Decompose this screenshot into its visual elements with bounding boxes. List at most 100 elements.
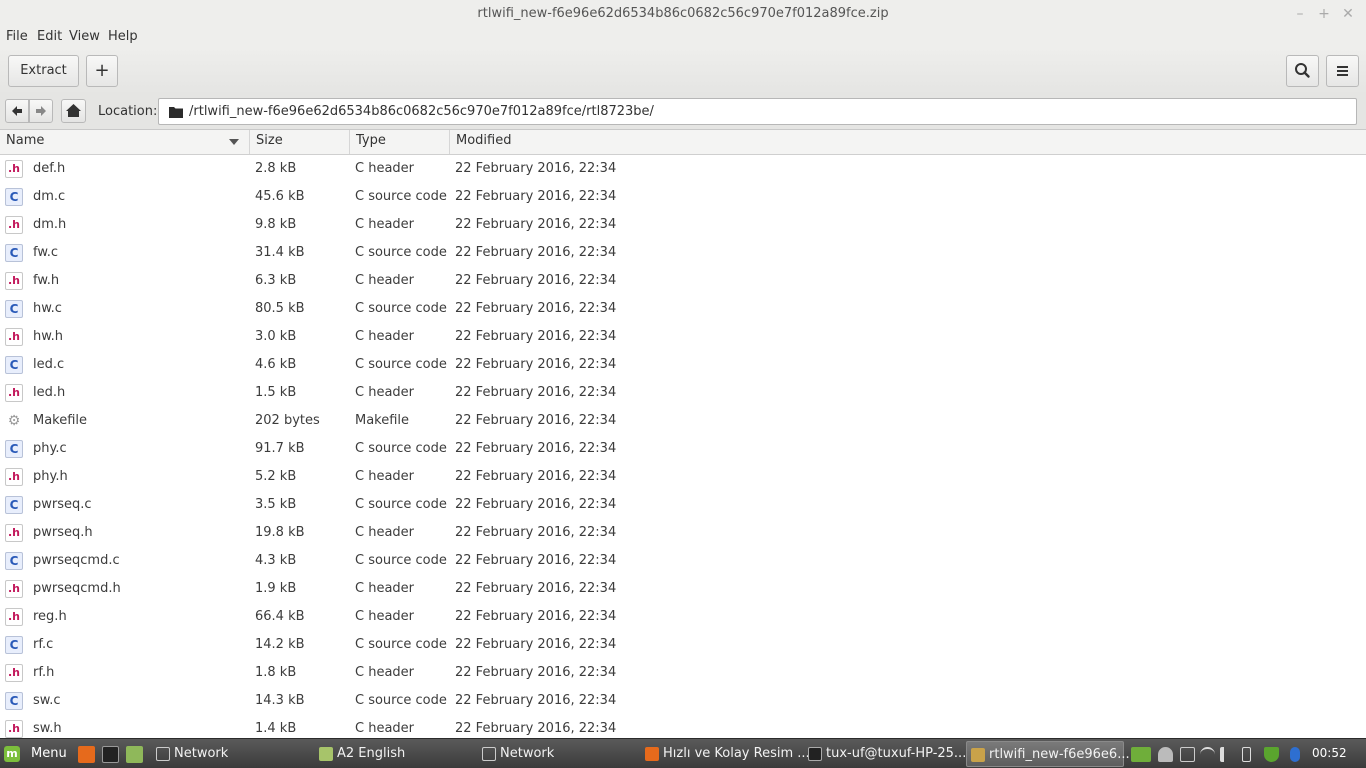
app-menu-button[interactable] <box>1326 55 1359 87</box>
menu-edit[interactable]: Edit <box>37 29 62 44</box>
file-size: 14.2 kB <box>255 637 305 652</box>
maximize-button[interactable]: + <box>1314 4 1334 24</box>
user-icon[interactable] <box>1158 747 1173 762</box>
firefox-launcher-icon[interactable] <box>78 746 95 763</box>
file-modified: 22 February 2016, 22:34 <box>455 301 617 316</box>
file-type: C source code <box>355 693 447 708</box>
terminal-launcher-icon[interactable] <box>102 746 119 763</box>
archive-icon <box>971 748 985 762</box>
task-a2-english[interactable]: A2 English <box>315 741 473 767</box>
file-type: C header <box>355 329 415 344</box>
c-header-file-icon: .h <box>5 720 23 738</box>
column-name[interactable]: Name <box>0 130 250 154</box>
column-size[interactable]: Size <box>250 130 350 154</box>
mint-logo-icon: m <box>4 746 20 762</box>
file-row[interactable]: .h dm.h 9.8 kB C header 22 February 2016, 22… <box>0 211 1366 239</box>
file-size: 14.3 kB <box>255 693 305 708</box>
task-archive-manager[interactable]: rtlwifi_new-f6e96e6... <box>966 741 1130 767</box>
file-row[interactable]: Csw.c 14.3 kB C source code 22 February 201… <box>0 687 1366 715</box>
c-source-file-icon: C <box>5 300 23 318</box>
file-name: rf.c <box>33 637 54 652</box>
task-network-1[interactable]: Network <box>152 741 310 767</box>
file-name: fw.c <box>33 245 59 260</box>
file-modified: 22 February 2016, 22:34 <box>455 581 617 596</box>
extract-button[interactable]: Extract <box>8 55 79 87</box>
file-size: 3.0 kB <box>255 329 297 344</box>
file-modified: 22 February 2016, 22:34 <box>455 273 617 288</box>
file-type: C header <box>355 665 415 680</box>
file-type: C header <box>355 161 415 176</box>
files-launcher-icon[interactable] <box>126 746 143 763</box>
forward-button[interactable] <box>29 99 53 123</box>
file-type: C header <box>355 217 415 232</box>
search-icon <box>1295 63 1310 78</box>
file-type: C source code <box>355 553 447 568</box>
file-name: sw.h <box>33 721 62 736</box>
file-row[interactable]: .h sw.h 1.4 kB C header 22 February 2016, 22… <box>0 715 1366 738</box>
task-firefox[interactable]: Hızlı ve Kolay Resim ... <box>641 741 810 767</box>
volume-icon[interactable] <box>1220 747 1235 762</box>
file-size: 66.4 kB <box>255 609 305 624</box>
home-button[interactable] <box>61 99 86 123</box>
battery-icon[interactable] <box>1242 747 1251 762</box>
network-icon <box>156 747 170 761</box>
menu-help[interactable]: Help <box>108 29 138 44</box>
file-row[interactable]: Cphy.c 91.7 kB C source code 22 February 20… <box>0 435 1366 463</box>
file-type: C source code <box>355 497 447 512</box>
file-row[interactable]: Crf.c 14.2 kB C source code 22 February 201… <box>0 631 1366 659</box>
file-row[interactable]: Cled.c 4.6 kB C source code 22 February 201… <box>0 351 1366 379</box>
file-row[interactable]: Chw.c 80.5 kB C source code 22 February 201… <box>0 295 1366 323</box>
file-size: 1.9 kB <box>255 581 297 596</box>
shield-icon[interactable] <box>1264 747 1279 762</box>
file-row[interactable]: ⚙ Makefile 202 bytes Makefile 22 February 20… <box>0 407 1366 435</box>
menu-file[interactable]: File <box>6 29 28 44</box>
file-row[interactable]: .h fw.h 6.3 kB C header 22 February 2016, 22… <box>0 267 1366 295</box>
file-modified: 22 February 2016, 22:34 <box>455 665 617 680</box>
window-title: rtlwifi_new-f6e96e62d6534b86c0682c56c970… <box>477 6 889 21</box>
location-bar: Location: /rtlwifi_new-f6e96e62d6534b86c… <box>0 94 1366 130</box>
task-label: Hızlı ve Kolay Resim ... <box>663 746 810 761</box>
network-icon <box>482 747 496 761</box>
column-type[interactable]: Type <box>350 130 450 154</box>
file-row[interactable]: .h phy.h 5.2 kB C header 22 February 2016, 2… <box>0 463 1366 491</box>
task-terminal[interactable]: tux-uf@tuxuf-HP-25... <box>804 741 966 767</box>
task-network-2[interactable]: Network <box>478 741 636 767</box>
back-button[interactable] <box>5 99 29 123</box>
file-modified: 22 February 2016, 22:34 <box>455 217 617 232</box>
file-name: Makefile <box>33 413 88 428</box>
file-type: C source code <box>355 245 447 260</box>
file-row[interactable]: .h pwrseqcmd.h 1.9 kB C header 22 February 2… <box>0 575 1366 603</box>
workspace-switcher-icon[interactable] <box>1131 747 1151 762</box>
file-size: 2.8 kB <box>255 161 297 176</box>
update-manager-icon[interactable] <box>1180 747 1195 762</box>
minimize-button[interactable]: – <box>1290 4 1310 24</box>
file-type: C source code <box>355 357 447 372</box>
file-row[interactable]: .h reg.h 66.4 kB C header 22 February 2016, … <box>0 603 1366 631</box>
close-button[interactable]: ✕ <box>1338 4 1358 24</box>
file-row[interactable]: .h def.h 2.8 kB C header 22 February 2016, 2… <box>0 155 1366 183</box>
add-files-button[interactable]: + <box>86 55 118 87</box>
file-row[interactable]: .h hw.h 3.0 kB C header 22 February 2016, 22… <box>0 323 1366 351</box>
c-source-file-icon: C <box>5 244 23 262</box>
arrow-left-icon <box>12 106 22 116</box>
file-type: C header <box>355 721 415 736</box>
search-button[interactable] <box>1286 55 1319 87</box>
wifi-icon[interactable] <box>1200 747 1215 762</box>
file-row[interactable]: Cfw.c 31.4 kB C source code 22 February 201… <box>0 239 1366 267</box>
file-row[interactable]: .h rf.h 1.8 kB C header 22 February 2016, 22… <box>0 659 1366 687</box>
bluetooth-icon[interactable] <box>1290 747 1300 762</box>
file-row[interactable]: Cdm.c 45.6 kB C source code 22 February 201… <box>0 183 1366 211</box>
c-header-file-icon: .h <box>5 216 23 234</box>
menu-view[interactable]: View <box>69 29 100 44</box>
file-name: pwrseqcmd.c <box>33 553 120 568</box>
task-label: rtlwifi_new-f6e96e6... <box>989 747 1130 762</box>
file-row[interactable]: .h pwrseq.h 19.8 kB C header 22 February 201… <box>0 519 1366 547</box>
location-field[interactable]: /rtlwifi_new-f6e96e62d6534b86c0682c56c97… <box>158 98 1357 125</box>
file-row[interactable]: Cpwrseqcmd.c 4.3 kB C source code 22 Februa… <box>0 547 1366 575</box>
file-row[interactable]: .h led.h 1.5 kB C header 22 February 2016, 2… <box>0 379 1366 407</box>
file-name: def.h <box>33 161 66 176</box>
start-menu-label: Menu <box>31 746 67 761</box>
column-modified[interactable]: Modified <box>450 130 1366 154</box>
file-row[interactable]: Cpwrseq.c 3.5 kB C source code 22 February … <box>0 491 1366 519</box>
file-modified: 22 February 2016, 22:34 <box>455 189 617 204</box>
